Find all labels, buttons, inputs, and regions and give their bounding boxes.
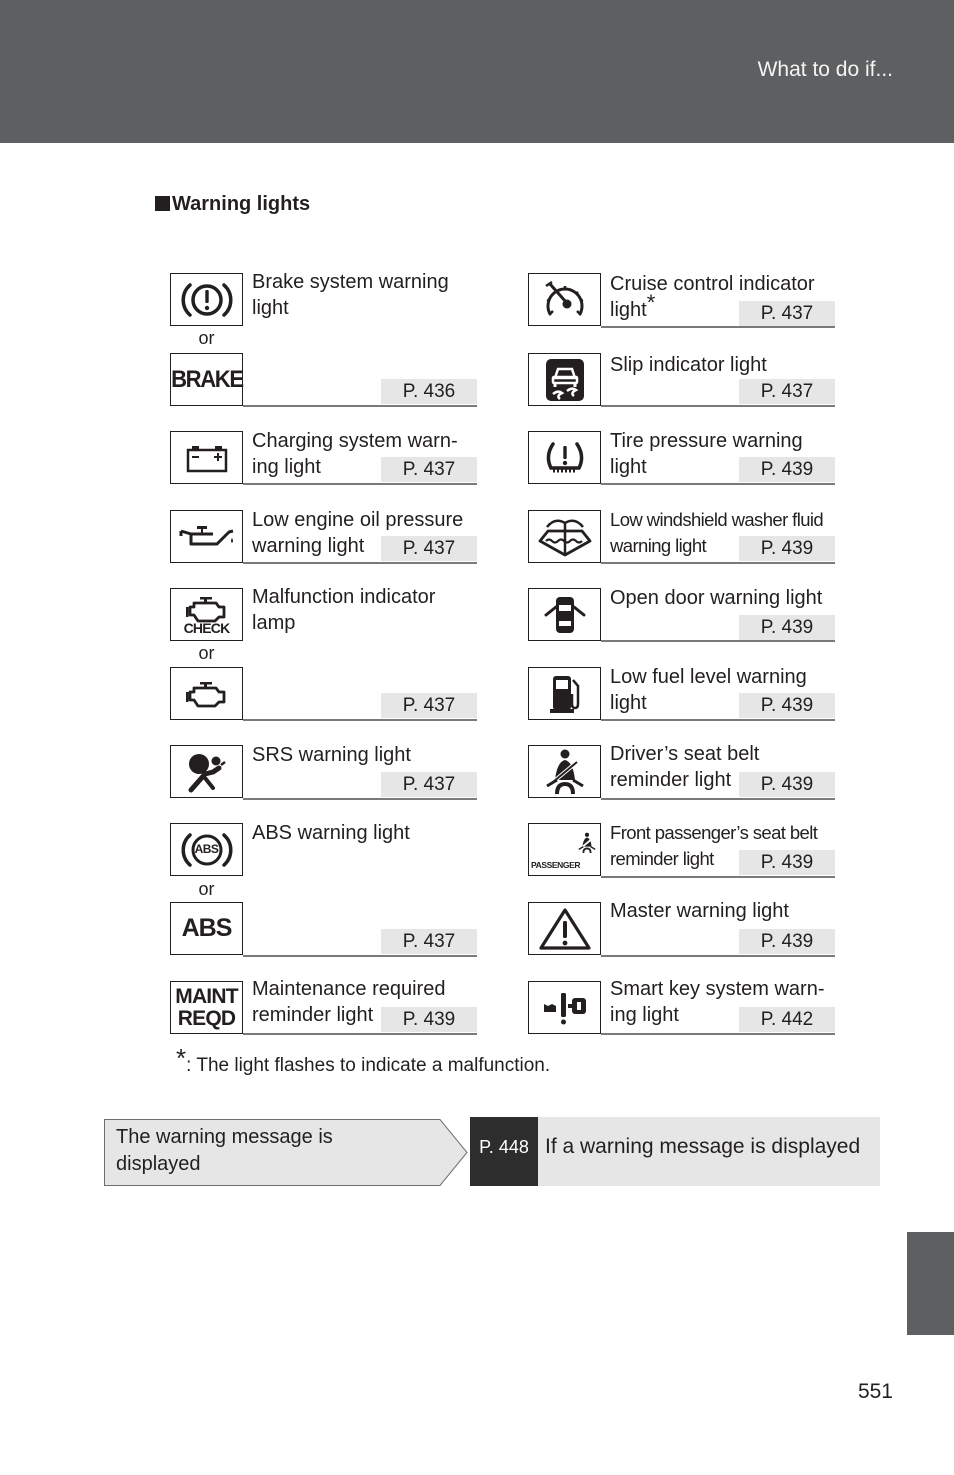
- or-separator: or: [198, 879, 215, 899]
- tire-pressure-icon: [528, 431, 601, 484]
- page-reference[interactable]: P. 437: [381, 693, 477, 718]
- reference-title: If a warning message is displayed: [545, 1135, 861, 1158]
- page-reference[interactable]: P. 437: [381, 457, 477, 482]
- page-reference[interactable]: P. 437: [739, 301, 835, 326]
- section-title: Warning lights: [155, 193, 310, 216]
- entry-divider: [601, 405, 835, 407]
- entry-divider: [601, 719, 835, 721]
- airbag-icon: [170, 745, 243, 798]
- condition-text: The warning message is displayed: [116, 1126, 333, 1175]
- page-reference[interactable]: P. 437: [381, 772, 477, 797]
- entry-divider: [243, 483, 477, 485]
- page-reference[interactable]: P. 442: [739, 1007, 835, 1032]
- washer-fluid-icon: [528, 510, 601, 563]
- page-reference[interactable]: P. 439: [739, 615, 835, 640]
- page-reference[interactable]: P. 448: [470, 1117, 538, 1186]
- footnote-asterisk: *: [176, 1043, 187, 1073]
- entry-divider: [243, 562, 477, 564]
- entry-divider: [243, 955, 477, 957]
- entry-label: Open door warning light: [610, 587, 823, 609]
- open-door-icon: [528, 588, 601, 641]
- chapter-title: What to do if...: [757, 58, 893, 81]
- fuel-pump-icon: [528, 667, 601, 720]
- entry-divider: [601, 1033, 835, 1035]
- entry-label: ABS warning light: [252, 822, 410, 844]
- abs-text-icon: ABS: [170, 902, 243, 955]
- page-reference[interactable]: P. 439: [739, 772, 835, 797]
- smart-key-icon: [528, 981, 601, 1034]
- brake-text-icon: BRAKE: [170, 353, 244, 406]
- or-separator: or: [198, 328, 215, 348]
- page-reference[interactable]: P. 437: [739, 379, 835, 404]
- entry-label: Slip indicator light: [610, 354, 767, 376]
- battery-icon: [170, 431, 243, 484]
- page-reference[interactable]: P. 439: [739, 457, 835, 482]
- entry-divider: [243, 405, 477, 407]
- cruise-control-icon: [528, 273, 601, 326]
- entry-divider: [601, 955, 835, 957]
- page-reference[interactable]: P. 439: [739, 693, 835, 718]
- entry-label: Brake system warning light: [252, 271, 449, 319]
- brake-circle-icon: [170, 273, 243, 326]
- or-separator: or: [198, 643, 215, 663]
- square-bullet-icon: [155, 196, 170, 211]
- slip-icon: [528, 353, 601, 406]
- entry-divider: [601, 562, 835, 564]
- engine-icon: [170, 667, 243, 720]
- page-reference[interactable]: P. 437: [381, 929, 477, 954]
- footnote: *: The light flashes to indicate a malfu…: [176, 1045, 551, 1077]
- entry-divider: [243, 1033, 477, 1035]
- entry-divider: [601, 640, 835, 642]
- entry-divider: [601, 483, 835, 485]
- oil-can-icon: [170, 510, 243, 563]
- entry-divider: [601, 876, 835, 878]
- page-reference[interactable]: P. 436: [381, 379, 477, 404]
- section-title-text: Warning lights: [172, 193, 311, 215]
- page-reference[interactable]: P. 439: [739, 929, 835, 954]
- page-reference[interactable]: P. 439: [739, 536, 835, 561]
- entry-divider: [601, 798, 835, 800]
- entry-label: Malfunction indicator lamp: [252, 586, 436, 634]
- master-warning-icon: [528, 902, 601, 955]
- entry-divider: [601, 326, 835, 328]
- entry-label: Master warning light: [610, 900, 789, 922]
- chapter-header: What to do if...: [0, 0, 954, 143]
- check-engine-icon: CHECK: [170, 588, 243, 641]
- entry-label: Driver’s seat belt reminder light: [610, 743, 760, 791]
- seat-belt-icon: [528, 745, 601, 798]
- flash-asterisk: *: [646, 290, 656, 315]
- maint-reqd-icon: MAINT REQD: [170, 981, 243, 1034]
- chapter-side-tab: [907, 1232, 954, 1335]
- abs-circle-icon: ABS: [170, 823, 243, 876]
- passenger-seat-belt-icon: PASSENGER: [528, 823, 601, 876]
- entry-divider: [243, 798, 477, 800]
- warning-message-reference[interactable]: P. 448 If a warning message is displayed: [470, 1117, 880, 1186]
- entry-label: SRS warning light: [252, 744, 411, 766]
- page-reference[interactable]: P. 439: [739, 850, 835, 875]
- page-reference[interactable]: P. 439: [381, 1007, 477, 1032]
- warning-message-condition: The warning message is displayed: [104, 1119, 468, 1186]
- page-number: 551: [857, 1380, 893, 1403]
- page-reference[interactable]: P. 437: [381, 536, 477, 561]
- entry-divider: [243, 719, 477, 721]
- footnote-text: : The light flashes to indicate a malfun…: [186, 1055, 551, 1076]
